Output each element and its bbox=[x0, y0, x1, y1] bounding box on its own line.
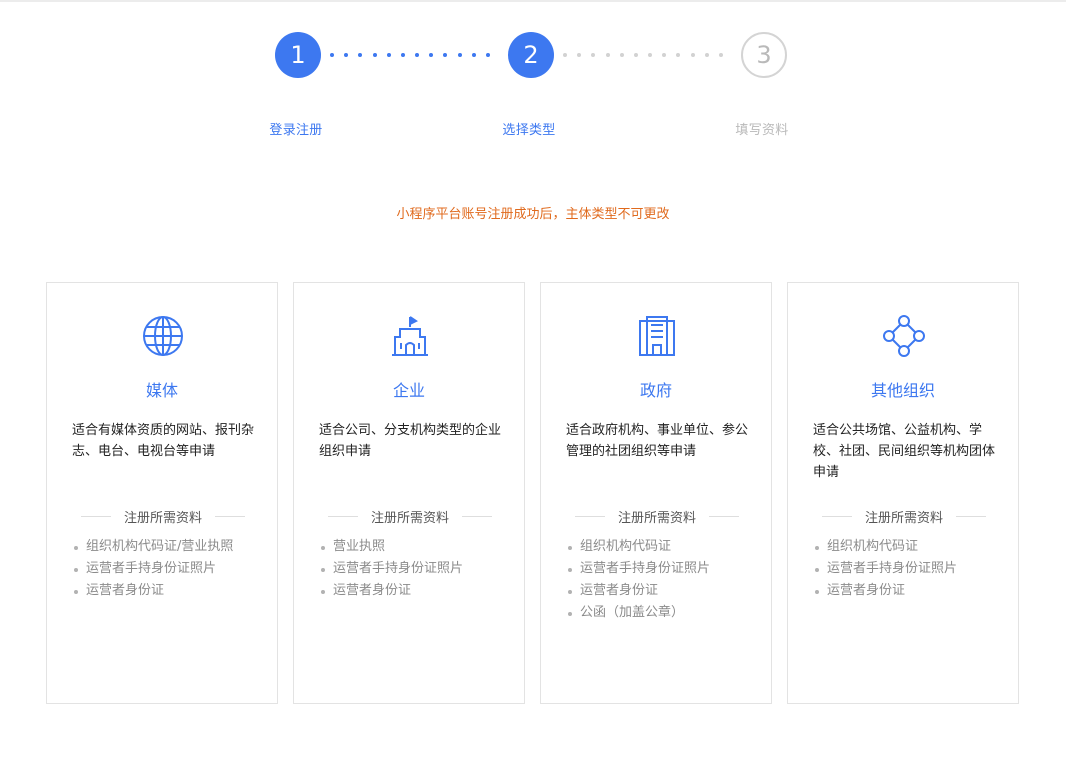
top-border bbox=[0, 0, 1066, 2]
card-description: 适合公共场馆、公益机构、学校、社团、民间组织等机构团体申请 bbox=[813, 423, 996, 480]
card-description: 适合公司、分支机构类型的企业组织申请 bbox=[319, 423, 502, 459]
step-connector-1 bbox=[330, 53, 490, 57]
government-building-icon bbox=[631, 311, 683, 361]
requirements-heading: 注册所需资料 bbox=[81, 507, 245, 526]
requirements-list: 营业执照 运营者手持身份证照片 运营者身份证 bbox=[319, 536, 519, 602]
requirement-item: 运营者身份证 bbox=[566, 580, 766, 602]
requirement-item: 营业执照 bbox=[319, 536, 519, 558]
type-card-other-organization[interactable]: 其他组织 适合公共场馆、公益机构、学校、社团、民间组织等机构团体申请 注册所需资… bbox=[787, 282, 1019, 704]
requirements-heading: 注册所需资料 bbox=[328, 507, 492, 526]
requirements-list: 组织机构代码证/营业执照 运营者手持身份证照片 运营者身份证 bbox=[72, 536, 272, 602]
card-title: 媒体 bbox=[145, 381, 178, 400]
requirement-item: 组织机构代码证 bbox=[813, 536, 1013, 558]
step-1-label: 登录注册 bbox=[269, 123, 323, 138]
type-change-notice: 小程序平台账号注册成功后，主体类型不可更改 bbox=[396, 207, 670, 222]
type-card-media[interactable]: 媒体 适合有媒体资质的网站、报刊杂志、电台、电视台等申请 注册所需资料 组织机构… bbox=[46, 282, 278, 704]
card-description: 适合政府机构、事业单位、参公管理的社团组织等申请 bbox=[566, 423, 749, 459]
requirements-heading: 注册所需资料 bbox=[822, 507, 986, 526]
requirements-heading: 注册所需资料 bbox=[575, 507, 739, 526]
globe-icon bbox=[137, 311, 189, 361]
card-title: 其他组织 bbox=[870, 381, 935, 400]
requirement-item: 公函（加盖公章） bbox=[566, 602, 766, 624]
card-description: 适合有媒体资质的网站、报刊杂志、电台、电视台等申请 bbox=[72, 423, 255, 459]
requirement-item: 运营者手持身份证照片 bbox=[813, 558, 1013, 580]
requirement-item: 运营者手持身份证照片 bbox=[319, 558, 519, 580]
requirements-list: 组织机构代码证 运营者手持身份证照片 运营者身份证 bbox=[813, 536, 1013, 602]
requirement-item: 运营者身份证 bbox=[319, 580, 519, 602]
network-nodes-icon bbox=[878, 311, 930, 361]
type-card-government[interactable]: 政府 适合政府机构、事业单位、参公管理的社团组织等申请 注册所需资料 组织机构代… bbox=[540, 282, 772, 704]
requirement-item: 组织机构代码证 bbox=[566, 536, 766, 558]
requirement-item: 组织机构代码证/营业执照 bbox=[72, 536, 272, 558]
building-flag-icon bbox=[384, 311, 436, 361]
step-connector-2 bbox=[563, 53, 723, 57]
step-2-circle: 2 bbox=[508, 32, 554, 78]
step-3-circle: 3 bbox=[741, 32, 787, 78]
requirement-item: 运营者手持身份证照片 bbox=[566, 558, 766, 580]
requirement-item: 运营者身份证 bbox=[72, 580, 272, 602]
requirement-item: 运营者身份证 bbox=[813, 580, 1013, 602]
step-3-label: 填写资料 bbox=[735, 123, 789, 138]
requirements-list: 组织机构代码证 运营者手持身份证照片 运营者身份证 公函（加盖公章） bbox=[566, 536, 766, 624]
card-title: 政府 bbox=[639, 381, 672, 400]
card-title: 企业 bbox=[392, 381, 425, 400]
requirement-item: 运营者手持身份证照片 bbox=[72, 558, 272, 580]
type-card-enterprise[interactable]: 企业 适合公司、分支机构类型的企业组织申请 注册所需资料 营业执照 运营者手持身… bbox=[293, 282, 525, 704]
step-1-circle: 1 bbox=[275, 32, 321, 78]
step-2-label: 选择类型 bbox=[502, 123, 556, 138]
